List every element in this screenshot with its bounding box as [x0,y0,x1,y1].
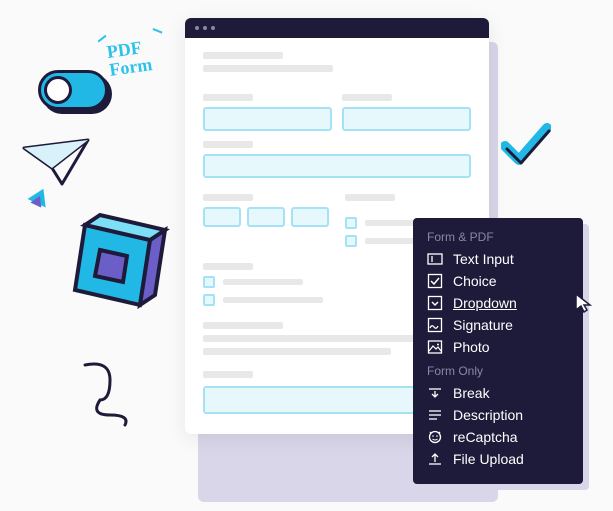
recaptcha-icon [427,429,443,445]
small-field[interactable] [203,207,241,227]
menu-item-label: Text Input [453,251,514,267]
pdf-form-badge: PDF Form [106,37,154,79]
small-field[interactable] [247,207,285,227]
menu-item-label: Dropdown [453,295,517,311]
menu-item-label: Signature [453,317,513,333]
menu-item-text-input[interactable]: Text Input [427,248,569,270]
menu-item-recaptcha[interactable]: reCaptcha [427,426,569,448]
menu-section-heading: Form Only [427,364,569,378]
field-label [203,263,253,270]
squiggle-icon [80,360,160,430]
menu-item-break[interactable]: Break [427,382,569,404]
paper-plane-icon [22,138,92,188]
field-label [203,141,253,148]
description-icon [427,407,443,423]
field-label [203,194,253,201]
signature-icon [427,317,443,333]
placeholder-line [203,322,283,329]
checkmark-icon [501,120,551,170]
field-type-menu: Form & PDF Text Input Choice Dropdown Si… [413,218,583,484]
file-upload-icon [427,451,443,467]
text-input-icon [427,251,443,267]
toggle-pill-graphic [38,70,108,110]
field-label [345,194,395,201]
choice-icon [427,273,443,289]
menu-item-label: Break [453,385,490,401]
menu-item-description[interactable]: Description [427,404,569,426]
placeholder-line [203,65,333,72]
menu-item-signature[interactable]: Signature [427,314,569,336]
menu-item-label: Description [453,407,523,423]
placeholder-line [203,348,391,355]
text-field[interactable] [342,107,471,131]
window-titlebar [185,18,489,38]
menu-item-choice[interactable]: Choice [427,270,569,292]
field-label [203,94,253,101]
menu-item-label: reCaptcha [453,429,518,445]
menu-item-label: Photo [453,339,490,355]
field-label [203,371,253,378]
menu-item-label: File Upload [453,451,524,467]
text-field[interactable] [203,107,332,131]
small-field[interactable] [291,207,329,227]
placeholder-line [203,52,283,59]
cube-icon [45,200,185,340]
menu-item-file-upload[interactable]: File Upload [427,448,569,470]
dropdown-icon [427,295,443,311]
text-field[interactable] [203,154,471,178]
cursor-icon [573,292,595,314]
menu-item-dropdown[interactable]: Dropdown [427,292,569,314]
menu-item-label: Choice [453,273,497,289]
menu-section-heading: Form & PDF [427,230,569,244]
break-icon [427,385,443,401]
field-label [342,94,392,101]
photo-icon [427,339,443,355]
menu-item-photo[interactable]: Photo [427,336,569,358]
